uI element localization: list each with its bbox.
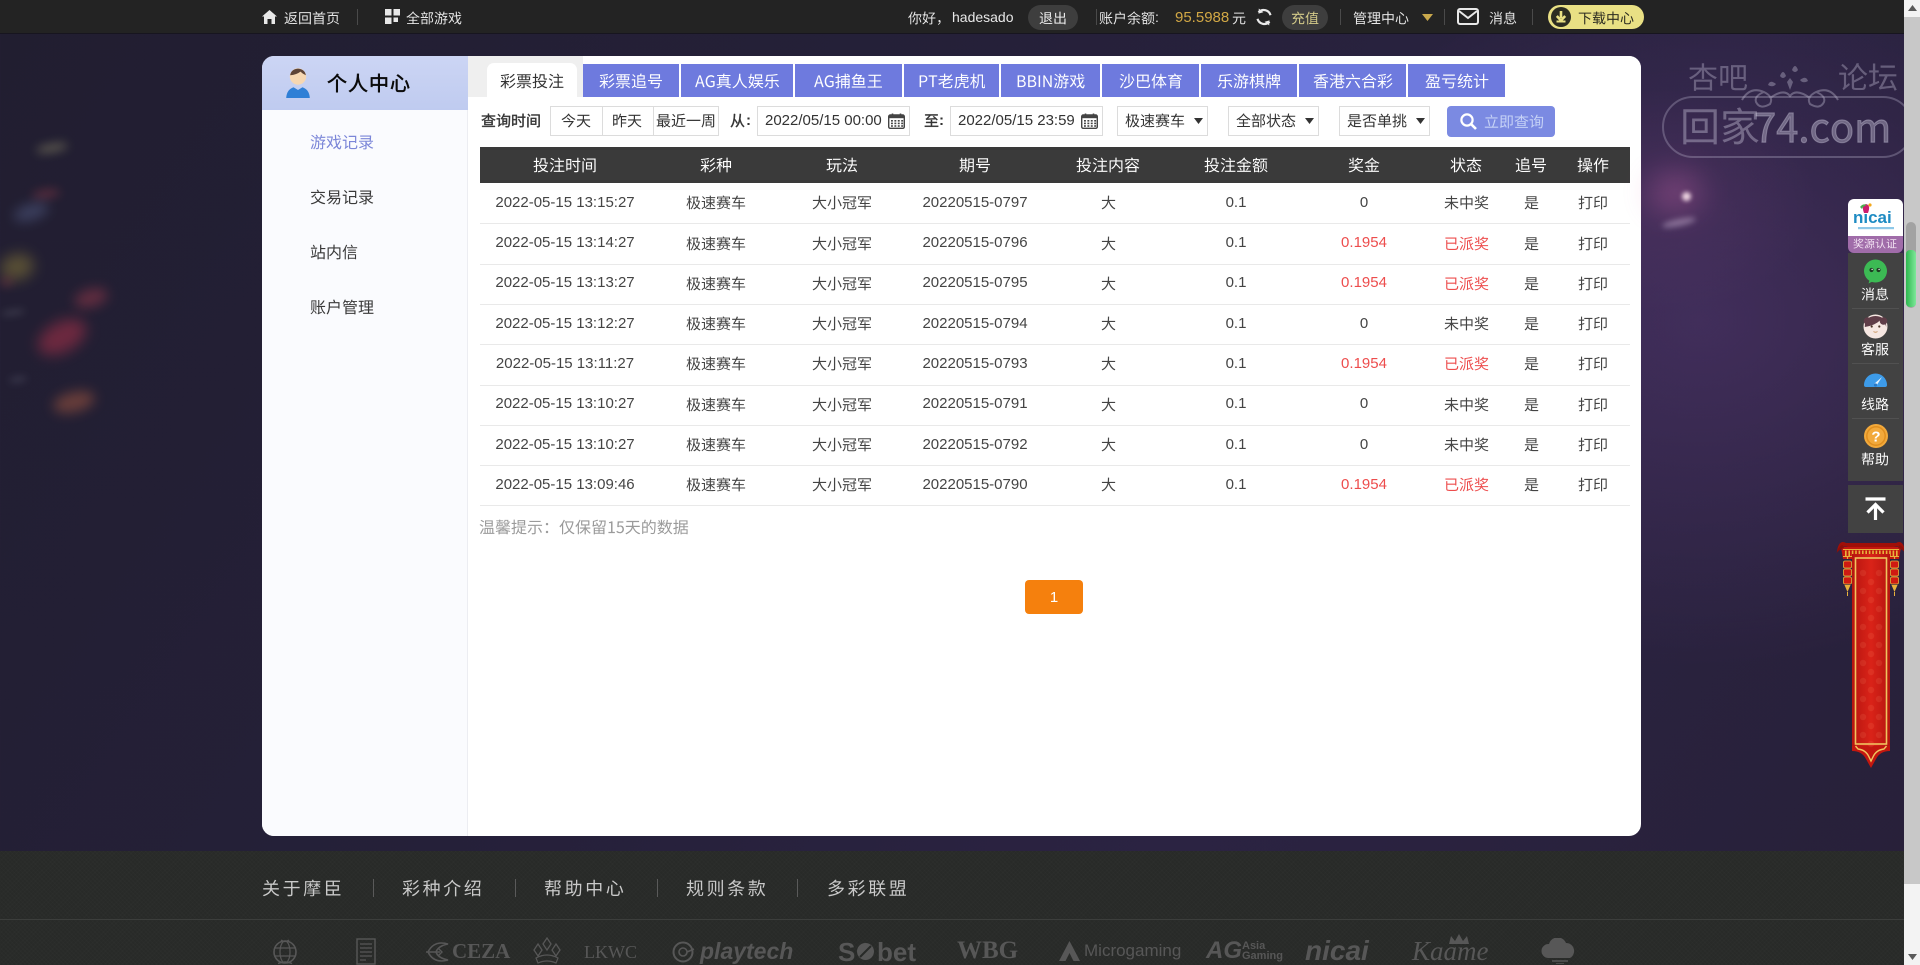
svg-text:?: ? bbox=[1871, 429, 1880, 446]
svg-text:nicai: nicai bbox=[1853, 208, 1892, 227]
